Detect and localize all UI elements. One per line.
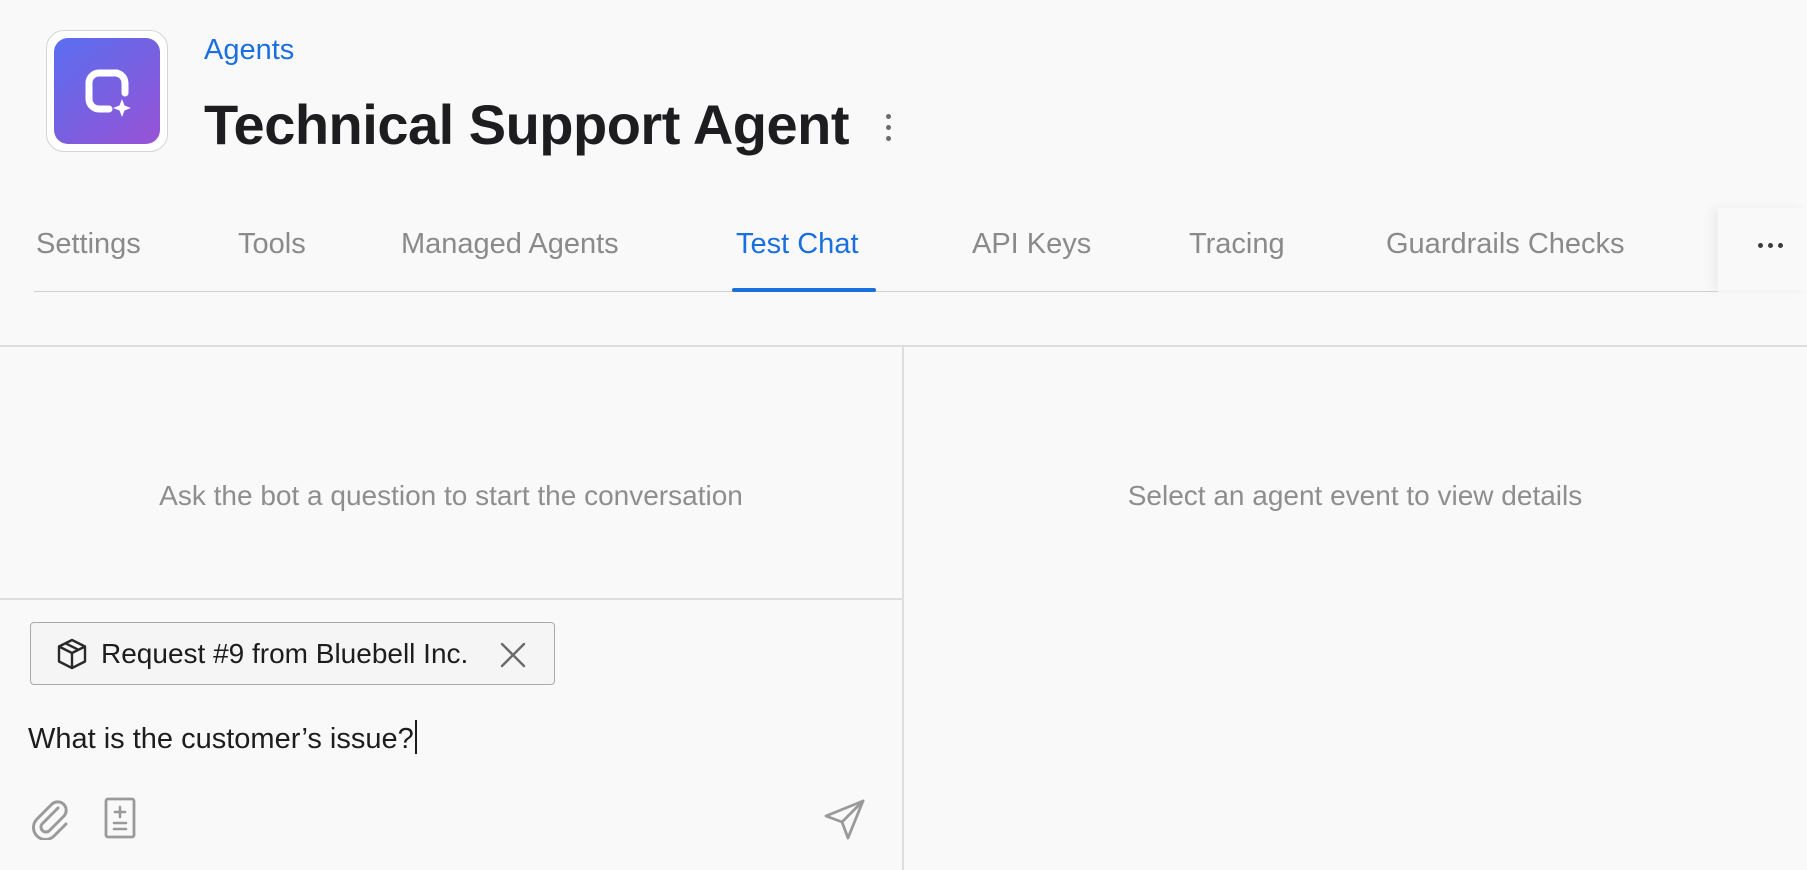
tab-tools[interactable]: Tools xyxy=(238,228,306,292)
more-dot xyxy=(1757,242,1763,248)
section-divider xyxy=(0,345,1807,347)
chat-empty-state: Ask the bot a question to start the conv… xyxy=(159,480,743,511)
agent-avatar xyxy=(46,30,168,152)
more-dot xyxy=(1777,242,1783,248)
text-caret xyxy=(414,720,417,754)
tab-test-chat[interactable]: Test Chat xyxy=(736,228,859,292)
details-empty-state: Select an agent event to view details xyxy=(1127,480,1583,511)
vertical-ellipsis-icon[interactable] xyxy=(876,108,900,146)
context-chip-label: Request #9 from Bluebell Inc. xyxy=(101,638,469,669)
page-title: Technical Support Agent xyxy=(204,93,849,156)
tab-settings[interactable]: Settings xyxy=(36,228,141,292)
panel-divider xyxy=(902,346,904,870)
composer-divider xyxy=(0,598,902,600)
horizontal-ellipsis-icon[interactable] xyxy=(1752,230,1788,260)
tab-bar: Settings Tools Managed Agents Test Chat … xyxy=(34,208,1718,292)
menu-dot xyxy=(885,124,891,130)
tab-api-keys[interactable]: API Keys xyxy=(972,228,1091,292)
message-input[interactable]: What is the customer’s issue? xyxy=(28,720,868,760)
tab-managed-agents[interactable]: Managed Agents xyxy=(401,228,619,292)
send-icon[interactable] xyxy=(822,796,868,842)
paperclip-icon[interactable] xyxy=(28,796,72,840)
tab-guardrails-checks[interactable]: Guardrails Checks xyxy=(1386,228,1625,292)
more-dot xyxy=(1767,242,1773,248)
context-chip[interactable]: Request #9 from Bluebell Inc. xyxy=(30,622,555,685)
active-tab-indicator xyxy=(732,288,876,292)
agent-sparkle-icon xyxy=(54,38,160,144)
close-icon[interactable] xyxy=(497,639,529,671)
breadcrumb-agents[interactable]: Agents xyxy=(204,34,294,67)
document-add-icon[interactable] xyxy=(100,796,140,840)
message-input-value: What is the customer’s issue? xyxy=(28,723,414,755)
menu-dot xyxy=(885,135,891,141)
menu-dot xyxy=(885,113,891,119)
agent-page: Agents Technical Support Agent Settings … xyxy=(0,0,1807,870)
package-icon xyxy=(57,638,87,670)
tab-tracing[interactable]: Tracing xyxy=(1189,228,1285,292)
